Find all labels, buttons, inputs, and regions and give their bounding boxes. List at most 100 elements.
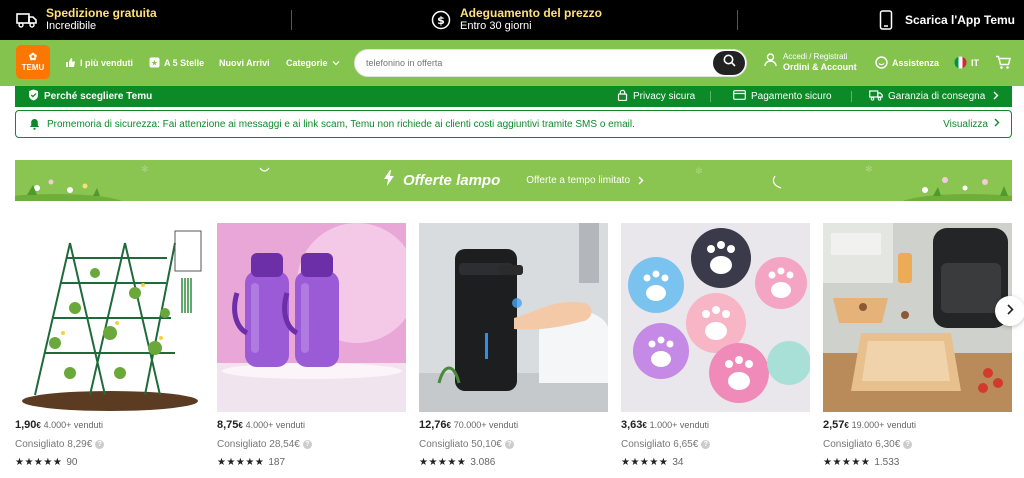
info-icon[interactable]: ? <box>903 440 913 449</box>
shipping-title: Spedizione gratuita <box>46 6 157 20</box>
review-count: 3.086 <box>470 457 496 468</box>
product-currency: € <box>642 421 647 430</box>
svg-text:$: $ <box>437 14 445 27</box>
product-price-line: 2,57€ 19.000+ venduti <box>823 419 916 431</box>
privacy-item[interactable]: Privacy sicura <box>617 86 695 107</box>
top-promo-bar: Spedizione gratuita Incredibile $ Adegua… <box>0 0 1024 40</box>
review-count: 90 <box>66 457 78 468</box>
why-temu-bar[interactable]: Perché scegliere Temu Privacy sicura Pag… <box>15 86 1012 107</box>
search-bar <box>354 49 747 77</box>
truck-icon <box>16 12 38 28</box>
product-price: 8,75 <box>217 419 239 431</box>
payment-item[interactable]: Pagamento sicuro <box>733 86 832 107</box>
nav-five-stars[interactable]: ★ A 5 Stelle <box>149 40 204 86</box>
nav-categories[interactable]: Categorie <box>286 40 340 86</box>
product-currency: € <box>238 421 243 430</box>
rating-stars-icon: ★★★★★ <box>419 457 467 468</box>
privacy-label: Privacy sicura <box>633 91 696 102</box>
temu-logo[interactable]: ✿ TEMU <box>16 45 50 79</box>
logo-text: TEMU <box>21 62 45 72</box>
product-image[interactable] <box>217 223 406 412</box>
logo-icon: ✿ <box>28 51 38 63</box>
product-recommended-price: Consigliato 6,65€ ? <box>621 439 711 450</box>
product-rating: ★★★★★ 90 <box>15 457 77 468</box>
nav-new-arrivals[interactable]: Nuovi Arrivi <box>219 40 270 86</box>
search-button[interactable] <box>713 51 745 75</box>
language-selector[interactable]: IT <box>954 40 979 86</box>
divider <box>291 10 292 30</box>
nav-five-stars-label: A 5 Stelle <box>164 58 205 68</box>
product-image[interactable] <box>419 223 608 412</box>
product-currency: € <box>446 421 451 430</box>
banner-subtitle: Offerte a tempo limitato <box>526 175 630 186</box>
product-price: 12,76 <box>419 419 447 431</box>
search-icon <box>723 54 736 72</box>
product-price: 3,63 <box>621 419 643 431</box>
product-rating: ★★★★★ 1.533 <box>823 457 899 468</box>
divider <box>737 10 738 30</box>
delivery-item[interactable]: Garanzia di consegna <box>869 86 999 107</box>
info-icon[interactable]: ? <box>701 440 711 449</box>
product-price: 1,90 <box>15 419 37 431</box>
product-price: 2,57 <box>823 419 845 431</box>
bell-icon <box>29 118 40 133</box>
security-message: Promemoria di sicurezza: Fai attenzione … <box>47 118 635 130</box>
flash-deals-banner[interactable]: ✻ ✻ ✻ Offerte lampo Offerte a tempo limi… <box>15 160 1012 201</box>
product-recommended-price: Consigliato 6,30€ ? <box>823 439 913 450</box>
phone-icon <box>879 10 893 30</box>
italy-flag-icon <box>954 56 967 71</box>
product-sold-count: 19.000+ venduti <box>851 420 916 430</box>
nav-best-sellers[interactable]: I più venduti <box>65 40 133 86</box>
cart-button[interactable] <box>995 40 1011 86</box>
account-menu[interactable]: Accedi / Registrati Ordini & Account <box>764 51 857 73</box>
product-sold-count: 4.000+ venduti <box>245 420 305 430</box>
recommended-price-label: Consigliato 6,65€ <box>621 439 699 450</box>
price-adjustment-promo[interactable]: $ Adeguamento del prezzo Entro 30 giorni <box>431 0 602 40</box>
product-image[interactable] <box>15 223 204 412</box>
info-icon[interactable]: ? <box>95 440 105 449</box>
user-icon <box>764 52 777 72</box>
language-label: IT <box>971 58 979 68</box>
product-sold-count: 4.000+ venduti <box>43 420 103 430</box>
download-app-label: Scarica l'App Temu <box>905 13 1015 27</box>
product-sold-count: 1.000+ venduti <box>649 420 709 430</box>
security-view-label: Visualizza <box>943 118 988 130</box>
svg-text:★: ★ <box>151 58 158 67</box>
download-app-link[interactable]: Scarica l'App Temu <box>879 0 1015 40</box>
free-shipping-promo[interactable]: Spedizione gratuita Incredibile <box>16 0 157 40</box>
product-image[interactable] <box>621 223 810 412</box>
bolt-icon <box>383 170 395 191</box>
chevron-right-icon <box>638 172 644 190</box>
delivery-label: Garanzia di consegna <box>888 91 986 102</box>
product-rating: ★★★★★ 34 <box>621 457 683 468</box>
chevron-down-icon <box>332 58 340 68</box>
support-link[interactable]: Assistenza <box>875 40 939 86</box>
price-adjustment-title: Adeguamento del prezzo <box>460 6 603 20</box>
product-recommended-price: Consigliato 50,10€ ? <box>419 439 514 450</box>
product-sold-count: 70.000+ venduti <box>453 420 519 430</box>
rating-stars-icon: ★★★★★ <box>621 457 669 468</box>
recommended-price-label: Consigliato 8,29€ <box>15 439 93 450</box>
product-rating: ★★★★★ 187 <box>217 457 285 468</box>
security-view-link[interactable]: Visualizza <box>943 111 1000 137</box>
shield-icon <box>28 89 39 104</box>
product-card[interactable]: 1,90€ 4.000+ venduti Consigliato 8,29€ ?… <box>15 223 204 468</box>
product-card[interactable]: 8,75€ 4.000+ venduti Consigliato 28,54€ … <box>217 223 406 468</box>
product-recommended-price: Consigliato 28,54€ ? <box>217 439 312 450</box>
delivery-truck-icon <box>869 89 883 104</box>
review-count: 34 <box>672 457 684 468</box>
carousel-next-button[interactable] <box>995 296 1024 326</box>
product-card[interactable]: 2,57€ 19.000+ venduti Consigliato 6,30€ … <box>823 223 1012 468</box>
account-signin-label: Accedi / Registrati <box>783 52 848 61</box>
info-icon[interactable]: ? <box>504 440 514 449</box>
product-image[interactable] <box>823 223 1012 412</box>
card-icon <box>733 90 746 103</box>
recommended-price-label: Consigliato 50,10€ <box>419 439 502 450</box>
support-label: Assistenza <box>892 58 940 68</box>
product-card[interactable]: 12,76€ 70.000+ venduti Consigliato 50,10… <box>419 223 608 468</box>
divider <box>851 91 852 102</box>
info-icon[interactable]: ? <box>302 440 312 449</box>
search-input[interactable] <box>366 58 696 68</box>
product-card[interactable]: 3,63€ 1.000+ venduti Consigliato 6,65€ ?… <box>621 223 810 468</box>
recommended-price-label: Consigliato 6,30€ <box>823 439 901 450</box>
